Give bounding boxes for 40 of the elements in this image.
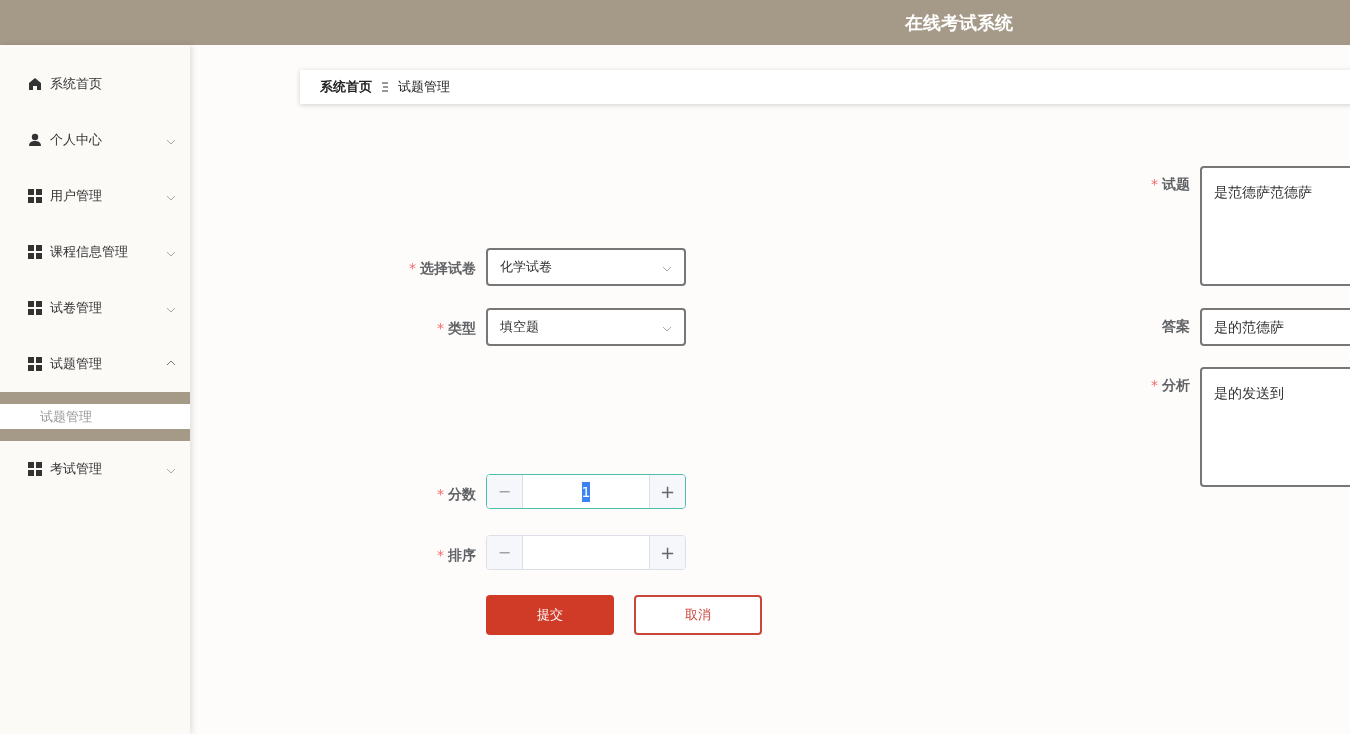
field-label: 答案: [1162, 317, 1190, 336]
sidebar-item[interactable]: 系统首页: [0, 56, 190, 112]
grid-icon: [28, 245, 42, 259]
required-asterisk: *: [437, 319, 444, 338]
separator-icon: [382, 82, 388, 92]
required-asterisk: *: [1151, 175, 1158, 194]
field-label: 排序: [448, 546, 476, 565]
grid-icon: [28, 462, 42, 476]
required-asterisk: *: [437, 485, 444, 504]
sidebar-item[interactable]: 个人中心: [0, 112, 190, 168]
select-field[interactable]: 化学试卷: [486, 248, 686, 286]
sidebar-item[interactable]: 用户管理: [0, 168, 190, 224]
required-asterisk: *: [409, 259, 416, 278]
grid-icon: [28, 357, 42, 371]
grid-icon: [28, 189, 42, 203]
sidebar-item[interactable]: 试题管理: [0, 336, 190, 392]
required-asterisk: *: [437, 546, 444, 565]
sidebar-item[interactable]: 考试管理: [0, 441, 190, 497]
app-title: 在线考试系统: [905, 10, 1013, 35]
breadcrumb-link[interactable]: 试题管理: [398, 77, 450, 97]
sidebar-item[interactable]: 试卷管理: [0, 280, 190, 336]
field-label: 选择试卷: [420, 259, 476, 278]
cancel-button[interactable]: 取消: [634, 595, 762, 635]
field-label: 分数: [448, 485, 476, 504]
text-area[interactable]: 是的发送到: [1200, 367, 1350, 487]
text-area[interactable]: 是范德萨范德萨: [1200, 166, 1350, 286]
submit-button[interactable]: 提交: [486, 595, 614, 635]
text-field[interactable]: 是的范德萨: [1200, 308, 1350, 346]
breadcrumb-link[interactable]: 系统首页: [320, 77, 372, 97]
field-label: 试题: [1162, 175, 1190, 194]
field-label: 类型: [448, 319, 476, 338]
chevron-down-icon: [662, 265, 672, 272]
required-asterisk: *: [1151, 376, 1158, 395]
sidebar-item[interactable]: 课程信息管理: [0, 224, 190, 280]
user-icon: [28, 133, 42, 147]
select-field[interactable]: 填空题: [486, 308, 686, 346]
chevron-down-icon: [662, 325, 672, 332]
home-icon: [28, 77, 42, 91]
field-label: 分析: [1162, 376, 1190, 395]
grid-icon: [28, 301, 42, 315]
